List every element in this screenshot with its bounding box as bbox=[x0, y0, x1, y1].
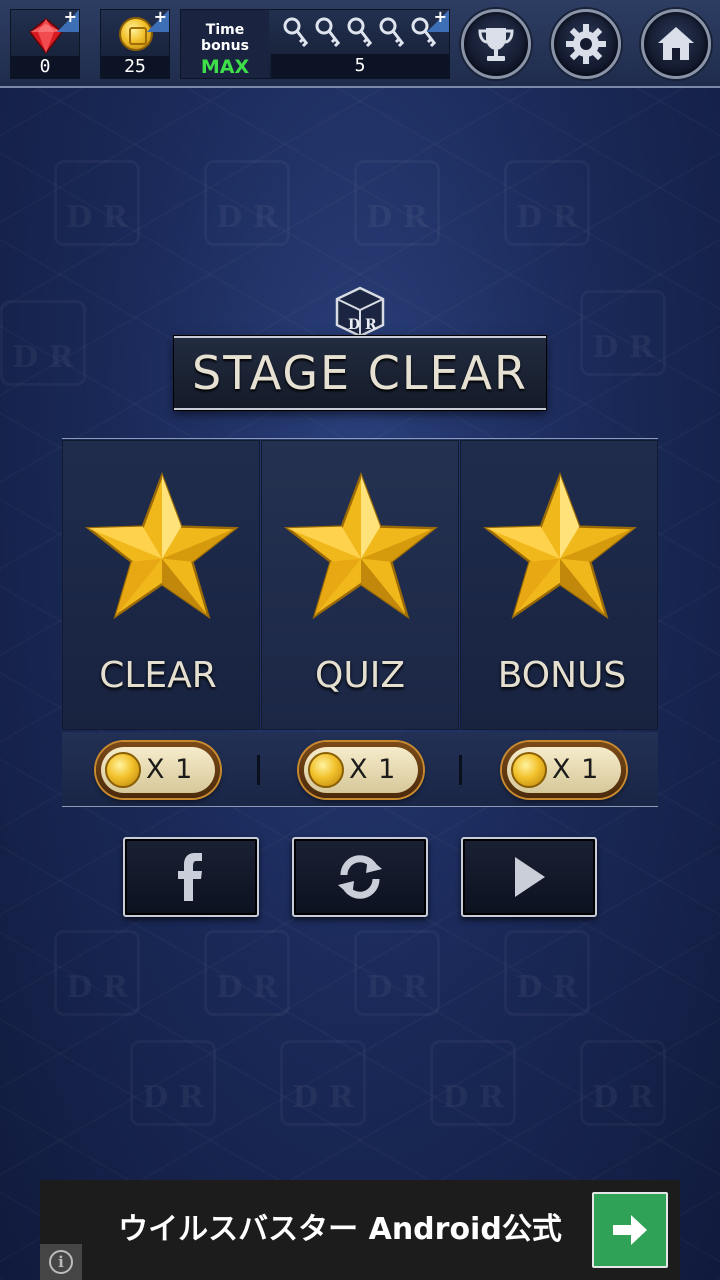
key-icon bbox=[283, 17, 309, 48]
ad-banner[interactable]: ウイルスバスター Android公式 i bbox=[40, 1180, 680, 1280]
reward-pill-bonus: X 1 bbox=[502, 742, 626, 798]
gold-coin-icon bbox=[105, 752, 141, 788]
logo-watermark: D R bbox=[54, 160, 140, 246]
gem-count: 0 bbox=[11, 56, 79, 78]
svg-text:D: D bbox=[348, 317, 360, 333]
time-bonus-panel[interactable]: Time bonus MAX + 5 bbox=[180, 9, 450, 79]
logo-watermark: D R bbox=[280, 1040, 366, 1126]
info-icon: i bbox=[49, 1250, 73, 1274]
star-label-bonus: BONUS bbox=[497, 655, 627, 696]
time-bonus-status: MAX bbox=[200, 56, 250, 78]
next-icon bbox=[515, 857, 545, 897]
logo-watermark: D R bbox=[430, 1040, 516, 1126]
arrow-right-icon bbox=[613, 1215, 647, 1245]
gold-star-icon bbox=[85, 471, 239, 620]
gold-star-icon bbox=[483, 471, 637, 620]
logo-watermark: D R bbox=[504, 160, 590, 246]
dr-logo-icon: D R bbox=[335, 286, 385, 338]
reward-amount: X 1 bbox=[552, 754, 600, 785]
facebook-icon bbox=[178, 853, 202, 901]
reward-amount: X 1 bbox=[146, 754, 194, 785]
ad-info-button[interactable]: i bbox=[40, 1244, 82, 1280]
trophy-button[interactable] bbox=[461, 9, 531, 79]
coin-counter[interactable]: + 25 bbox=[100, 9, 170, 79]
stage-clear-banner: STAGE CLEAR bbox=[174, 336, 546, 410]
logo-watermark: D R bbox=[354, 930, 440, 1016]
share-facebook-button[interactable] bbox=[123, 837, 259, 917]
logo-watermark: D R bbox=[54, 930, 140, 1016]
logo-watermark: D R bbox=[204, 930, 290, 1016]
add-keys-icon[interactable]: + bbox=[427, 9, 449, 32]
page-title: STAGE CLEAR bbox=[192, 346, 528, 400]
logo-watermark: D R bbox=[580, 1040, 666, 1126]
logo-watermark: D R bbox=[354, 160, 440, 246]
reward-pill-clear: X 1 bbox=[96, 742, 220, 798]
gem-counter[interactable]: + 0 bbox=[10, 9, 80, 79]
top-bar: + 0 + 25 Time bonus MAX + 5 bbox=[0, 0, 720, 88]
coin-count: 25 bbox=[101, 56, 169, 78]
ad-go-button[interactable] bbox=[592, 1192, 668, 1268]
retry-button[interactable] bbox=[292, 837, 428, 917]
panel-bottom-divider bbox=[62, 806, 658, 807]
reward-pill-quiz: X 1 bbox=[299, 742, 423, 798]
key-count: 5 bbox=[271, 54, 449, 78]
svg-text:R: R bbox=[365, 317, 377, 333]
reward-amount: X 1 bbox=[349, 754, 397, 785]
gear-icon bbox=[566, 24, 606, 64]
home-icon bbox=[658, 27, 694, 60]
logo-watermark: D R bbox=[130, 1040, 216, 1126]
logo-watermark: D R bbox=[204, 160, 290, 246]
time-bonus-label: Time bonus bbox=[201, 22, 249, 54]
star-label-quiz: QUIZ bbox=[315, 655, 405, 696]
retry-icon bbox=[338, 855, 382, 899]
gold-star-icon bbox=[284, 471, 438, 620]
key-icon bbox=[379, 17, 405, 48]
panel-top-divider bbox=[62, 438, 658, 439]
star-label-clear: CLEAR bbox=[99, 655, 217, 696]
time-bonus-label-box: Time bonus MAX bbox=[181, 10, 269, 78]
next-stage-button[interactable] bbox=[461, 837, 597, 917]
home-button[interactable] bbox=[641, 9, 711, 79]
logo-watermark: D R bbox=[580, 290, 666, 376]
reward-separator bbox=[257, 755, 260, 785]
logo-watermark: D R bbox=[0, 300, 86, 386]
gold-coin-icon bbox=[308, 752, 344, 788]
key-row bbox=[281, 16, 441, 50]
key-icon bbox=[347, 17, 373, 48]
ad-text: ウイルスバスター Android公式 bbox=[118, 1212, 562, 1247]
add-coins-icon[interactable]: + bbox=[147, 9, 169, 32]
gold-coin-icon bbox=[511, 752, 547, 788]
logo-watermark: D R bbox=[504, 930, 590, 1016]
settings-button[interactable] bbox=[551, 9, 621, 79]
add-gems-icon[interactable]: + bbox=[57, 9, 79, 32]
trophy-icon bbox=[478, 28, 514, 61]
reward-separator bbox=[459, 755, 462, 785]
key-icon bbox=[315, 17, 341, 48]
